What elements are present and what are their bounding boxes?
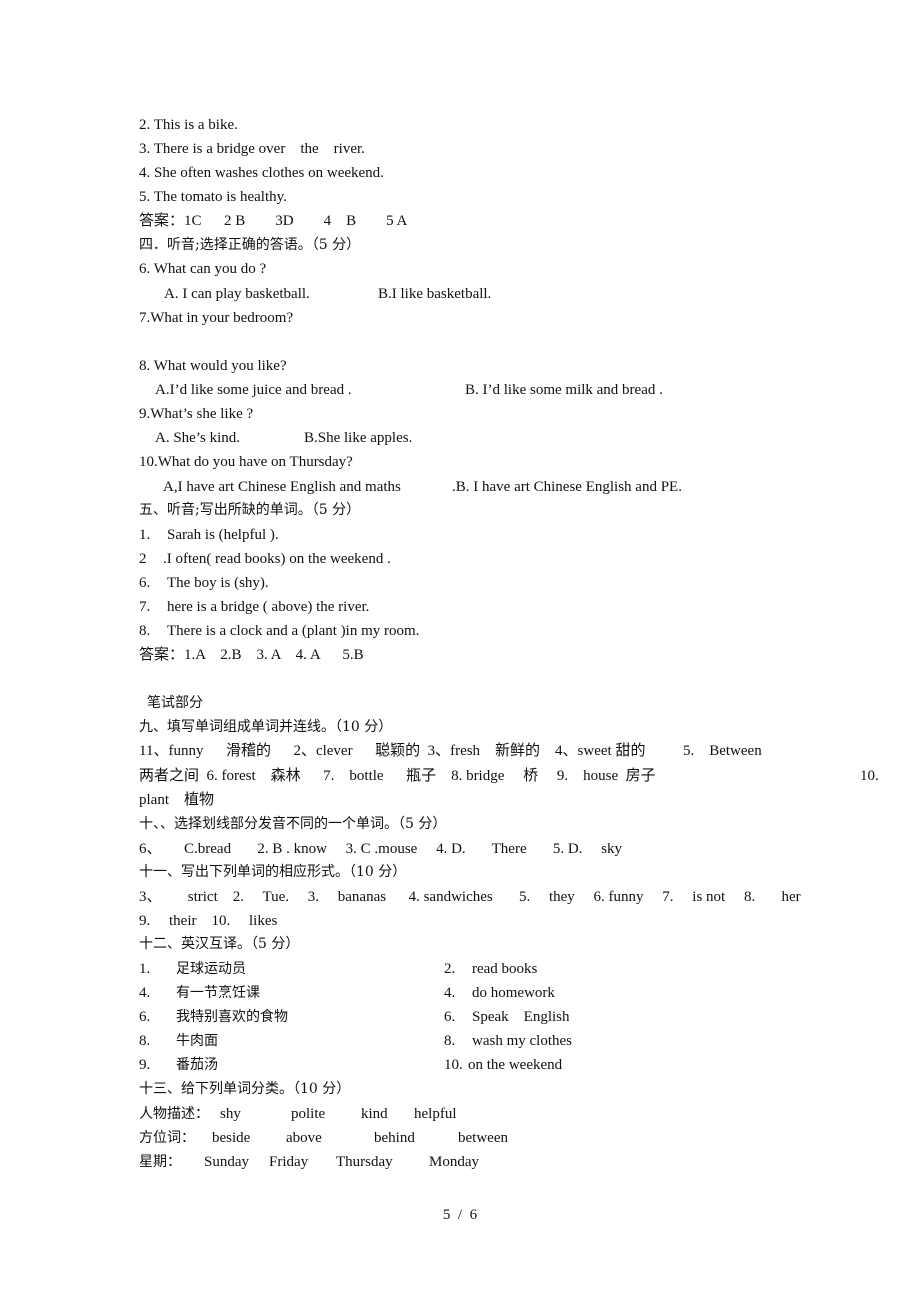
translation-chinese: 足球运动员 — [176, 961, 246, 977]
section-heading: 十一、写出下列单词的相应形式。（10 分） — [139, 864, 407, 880]
part-title: 笔试部分 — [147, 695, 203, 711]
vocab-line: 两者之间 6. forest 森林 7. bottle 瓶子 8. bridge… — [139, 768, 656, 784]
option-a: A. She’s kind. — [155, 430, 241, 446]
fill-sentence: Sarah is (helpful ). — [167, 527, 279, 543]
answer-line: 3、 strict 2. Tue. 3. bananas 4. sandwich… — [139, 889, 801, 905]
item-number: 6. — [139, 575, 151, 591]
section-heading: 十三、给下列单词分类。（10 分） — [139, 1081, 351, 1097]
fill-sentence: .I often( read books) on the weekend . — [163, 551, 391, 567]
category-word: shy — [220, 1106, 241, 1122]
translation-english: Speak English — [472, 1009, 570, 1025]
translation-chinese: 有一节烹饪课 — [176, 985, 260, 1001]
category-word: polite — [291, 1106, 326, 1122]
option-b: B.I like basketball. — [378, 286, 492, 302]
answer-key: 答案：1.A 2.B 3. A 4. A 5.B — [139, 647, 364, 663]
section-heading: 九、填写单词组成单词并连线。（10 分） — [139, 719, 393, 735]
fill-sentence: The boy is (shy). — [167, 575, 269, 591]
category-word: between — [458, 1130, 508, 1146]
item-number: 7. — [139, 599, 151, 615]
section-heading: 十、、选择划线部分发音不同的一个单词。（5 分） — [139, 816, 447, 832]
question: 7.What in your bedroom? — [139, 310, 294, 326]
translation-english: on the weekend — [468, 1057, 563, 1073]
translation-number: 9. — [139, 1057, 151, 1073]
category-word: behind — [374, 1130, 415, 1146]
translation-chinese: 番茄汤 — [176, 1057, 218, 1073]
category-word: kind — [361, 1106, 388, 1122]
translation-number: 6. — [139, 1009, 151, 1025]
fill-sentence: There is a clock and a (plant )in my roo… — [167, 623, 420, 639]
question: 6. What can you do ? — [139, 261, 267, 277]
section-heading: 十二、英汉互译。（5 分） — [139, 936, 300, 952]
option-a: A,I have art Chinese English and maths — [163, 479, 401, 495]
sentence-line: 5. The tomato is healthy. — [139, 189, 287, 205]
option-b: B.She like apples. — [304, 430, 413, 446]
vocab-number: 10. — [860, 768, 879, 784]
category-word: Monday — [429, 1154, 479, 1170]
category-word: above — [286, 1130, 322, 1146]
translation-chinese: 我特别喜欢的食物 — [176, 1009, 288, 1025]
section-heading: 五、听音;写出所缺的单词。（5 分） — [139, 502, 361, 518]
translation-number: 10. — [444, 1057, 463, 1073]
category-label: 方位词： — [139, 1130, 195, 1146]
translation-english: do homework — [472, 985, 555, 1001]
category-word: Sunday — [204, 1154, 249, 1170]
question: 8. What would you like? — [139, 358, 287, 374]
translation-number: 1. — [139, 961, 151, 977]
option-b: B. I’d like some milk and bread . — [465, 382, 663, 398]
category-word: beside — [212, 1130, 251, 1146]
translation-english: wash my clothes — [472, 1033, 572, 1049]
translation-number: 4. — [139, 985, 151, 1001]
option-a: A.I’d like some juice and bread . — [155, 382, 352, 398]
question: 10.What do you have on Thursday? — [139, 454, 353, 470]
category-word: Friday — [269, 1154, 309, 1170]
sentence-line: 2. This is a bike. — [139, 117, 238, 133]
translation-number: 4. — [444, 985, 456, 1001]
item-number: 2 — [139, 551, 147, 567]
translation-chinese: 牛肉面 — [176, 1033, 218, 1049]
category-word: Thursday — [336, 1154, 393, 1170]
translation-number: 8. — [444, 1033, 456, 1049]
translation-english: read books — [472, 961, 538, 977]
item-number: 8. — [139, 623, 151, 639]
answer-line: 6、 C.bread 2. B . know 3. C .mouse 4. D.… — [139, 841, 623, 857]
translation-number: 6. — [444, 1009, 456, 1025]
translation-number: 8. — [139, 1033, 151, 1049]
page-number: 5 / 6 — [442, 1207, 478, 1223]
category-label: 人物描述： — [139, 1106, 209, 1122]
category-label: 星期： — [139, 1154, 181, 1170]
vocab-line: 11、funny 滑稽的 2、clever 聪颖的 3、fresh 新鲜的 4、… — [139, 743, 762, 759]
answer-key: 答案：1C 2 B 3D 4 B 5 A — [139, 213, 408, 229]
category-word: helpful — [414, 1106, 457, 1122]
translation-number: 2. — [444, 961, 456, 977]
vocab-line: plant 植物 — [139, 792, 214, 808]
section-heading: 四．听音;选择正确的答语。（5 分） — [139, 237, 361, 253]
question: 9.What’s she like ? — [139, 406, 254, 422]
answer-line: 9. their 10. likes — [139, 913, 278, 929]
sentence-line: 4. She often washes clothes on weekend. — [139, 165, 384, 181]
fill-sentence: here is a bridge ( above) the river. — [167, 599, 370, 615]
sentence-line: 3. There is a bridge over the river. — [139, 141, 365, 157]
option-b: .B. I have art Chinese English and PE. — [452, 479, 682, 495]
item-number: 1. — [139, 527, 151, 543]
option-a: A. I can play basketball. — [164, 286, 310, 302]
document-page: 2. This is a bike. 3. There is a bridge … — [0, 0, 920, 1302]
